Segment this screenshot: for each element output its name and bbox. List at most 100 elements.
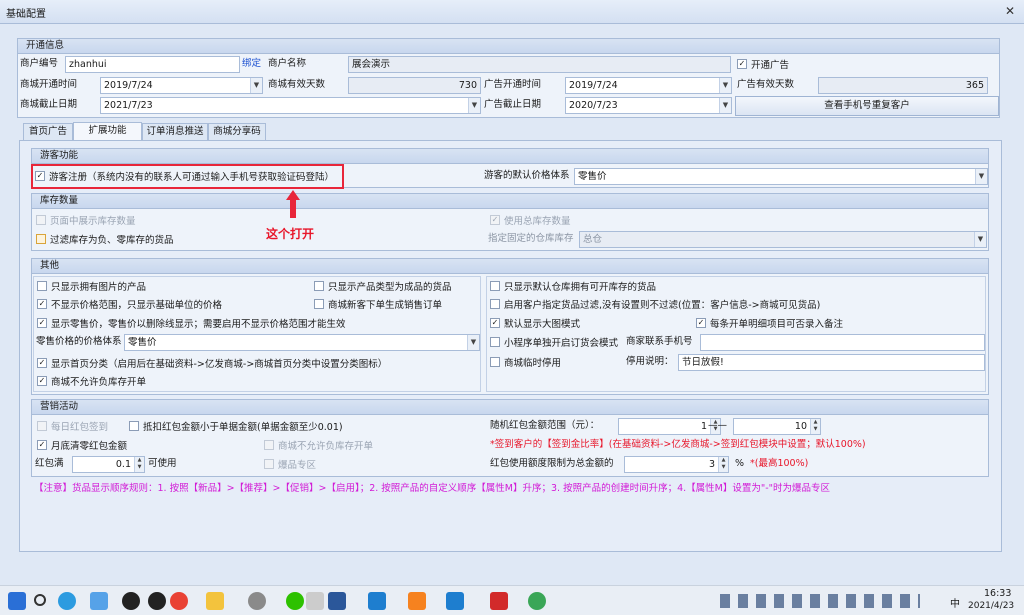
filter-stock-checkbox[interactable]: 过滤库存为负、零库存的货品: [36, 231, 174, 247]
pause-desc-label: 停用说明：: [626, 356, 674, 367]
mkt-no-negative-label: 商城不允许负库存开单: [278, 441, 374, 452]
mini-program-checkbox[interactable]: 小程序单独开启订货会模式: [490, 334, 618, 350]
chrome-icon[interactable]: [170, 592, 188, 610]
merchant-no-input[interactable]: zhanhui: [65, 56, 240, 73]
mall-pause-label: 商城临时停用: [504, 358, 562, 369]
show-stock-checkbox[interactable]: 页面中展示库存数量: [36, 212, 136, 228]
tab-share-code[interactable]: 商城分享码: [208, 123, 266, 140]
hot-zone-checkbox[interactable]: 爆品专区: [264, 456, 316, 472]
mall-end-date-picker[interactable]: 2021/7/23 ▼: [100, 97, 481, 114]
window-title: 基础配置: [6, 9, 46, 20]
retail-price-select[interactable]: 零售价 ▼: [124, 334, 480, 351]
chevron-down-icon[interactable]: ▼: [719, 98, 731, 113]
bind-link[interactable]: 绑定: [242, 56, 261, 72]
pause-desc-input[interactable]: 节日放假!: [678, 354, 985, 371]
close-icon[interactable]: ✕: [1002, 3, 1018, 19]
use-total-stock-checkbox[interactable]: ✓ 使用总库存数量: [490, 212, 571, 228]
guest-register-checkbox[interactable]: ✓ 游客注册（系统内没有的联系人可通过输入手机号获取验证码登陆）: [35, 168, 334, 184]
stepper-icon[interactable]: ▲ ▼: [810, 419, 820, 434]
chevron-down-icon[interactable]: ▼: [975, 169, 987, 184]
chevron-down-icon[interactable]: ▼: [250, 78, 262, 93]
folder-icon[interactable]: [206, 592, 224, 610]
usage-limit-value: 3: [708, 459, 715, 470]
mall-open-time-value: 2019/7/24: [104, 80, 153, 91]
app-icon-search[interactable]: [528, 592, 546, 610]
ad-valid-days-label: 广告有效天数: [737, 79, 795, 90]
show-stock-check-icon: [36, 215, 46, 225]
show-retail-label: 显示零售价，零售价以删除线显示；需要启用不显示价格范围才能生效: [51, 319, 346, 330]
merchant-name-field: 展会演示: [348, 56, 731, 73]
tab-extensions[interactable]: 扩展功能: [73, 122, 142, 140]
show-retail-checkbox[interactable]: ✓ 显示零售价，零售价以删除线显示；需要启用不显示价格范围才能生效: [37, 315, 346, 331]
qq-icon[interactable]: [148, 592, 166, 610]
app-icon-sheep[interactable]: [306, 592, 324, 610]
app-icon-bird[interactable]: [446, 592, 464, 610]
chevron-down-icon[interactable]: ▼: [468, 98, 480, 113]
app-icon-orange[interactable]: [408, 592, 426, 610]
mall-valid-days-field: 730: [348, 77, 481, 94]
ime-indicator[interactable]: 中: [950, 595, 960, 610]
big-image-check-icon: ✓: [490, 318, 500, 328]
usage-limit-input[interactable]: 3 ▲ ▼: [624, 456, 729, 473]
chevron-down-icon[interactable]: ▼: [719, 78, 731, 93]
range-dash: ——: [708, 420, 727, 431]
stepper-icon[interactable]: ▲ ▼: [134, 457, 144, 472]
other-title: 其他: [32, 259, 988, 274]
fixed-warehouse-select[interactable]: 总仓 ▼: [579, 231, 987, 248]
stepper-icon[interactable]: ▲ ▼: [718, 457, 728, 472]
open-ad-check-icon: ✓: [737, 59, 747, 69]
new-customer-order-checkbox[interactable]: 商城新客下单生成销售订单: [314, 296, 442, 312]
range-max-input[interactable]: 10 ▲ ▼: [733, 418, 821, 435]
month-end-check-icon: ✓: [37, 440, 47, 450]
customer-filter-checkbox[interactable]: 启用客户指定货品过滤,没有设置则不过滤(位置：客户信息->商城可见货品): [490, 296, 820, 312]
open-ad-label: 开通广告: [751, 60, 790, 71]
show-category-checkbox[interactable]: ✓ 显示首页分类（启用后在基础资料->亿发商城->商城首页分类中设置分类图标）: [37, 355, 387, 371]
clock-time[interactable]: 16:33: [984, 588, 1011, 599]
order-detail-note-checkbox[interactable]: ✓ 每条开单明细项目可否录入备注: [696, 315, 843, 331]
big-image-checkbox[interactable]: ✓ 默认显示大图模式: [490, 315, 580, 331]
chevron-down-icon[interactable]: ▼: [467, 335, 479, 350]
open-ad-checkbox[interactable]: ✓ 开通广告: [737, 56, 789, 72]
ad-open-time-picker[interactable]: 2019/7/24 ▼: [565, 77, 732, 94]
edge-icon[interactable]: [58, 592, 76, 610]
month-end-checkbox[interactable]: ✓ 月底清零红包金额: [37, 437, 127, 453]
app-icon-globe[interactable]: [248, 592, 266, 610]
mall-valid-days-label: 商城有效天数: [268, 79, 326, 90]
mall-pause-checkbox[interactable]: 商城临时停用: [490, 354, 561, 370]
clock-date[interactable]: 2021/4/23: [968, 601, 1014, 611]
only-with-image-checkbox[interactable]: 只显示拥有图片的产品: [37, 278, 146, 294]
deduct-red-checkbox[interactable]: 抵扣红包金额小于单据金额(单据金额至少0.01): [129, 418, 343, 434]
chevron-down-icon[interactable]: ▼: [974, 232, 986, 247]
reset-customer-button[interactable]: 查看手机号重复客户: [735, 96, 999, 116]
mall-open-time-picker[interactable]: 2019/7/24 ▼: [100, 77, 263, 94]
no-price-range-checkbox[interactable]: ✓ 不显示价格范围，只显示基础单位的价格: [37, 296, 222, 312]
app-icon-red[interactable]: [490, 592, 508, 610]
red-full-input[interactable]: 0.1 ▲ ▼: [72, 456, 145, 473]
merchant-phone-input[interactable]: [700, 334, 985, 351]
qq-icon[interactable]: [122, 592, 140, 610]
big-image-label: 默认显示大图模式: [504, 319, 581, 330]
wechat-icon[interactable]: [286, 592, 304, 610]
windows-start-icon[interactable]: [8, 592, 26, 610]
app-icon-bird[interactable]: [368, 592, 386, 610]
tab-order-push[interactable]: 订单消息推送: [142, 123, 208, 140]
no-negative-stock-checkbox[interactable]: ✓ 商城不允许负库存开单: [37, 373, 146, 389]
order-detail-note-label: 每条开单明细项目可否录入备注: [710, 319, 844, 330]
daily-red-checkbox[interactable]: 每日红包签到: [37, 418, 108, 434]
default-warehouse-checkbox[interactable]: 只显示默认仓库拥有可开库存的货品: [490, 278, 656, 294]
merchant-phone-label: 商家联系手机号: [626, 336, 693, 347]
only-finished-checkbox[interactable]: 只显示产品类型为成品的货品: [314, 278, 452, 294]
sign-note: *签到客户的【签到金比率】(在基础资料->亿发商城->签到红包模块中设置；默认1…: [490, 439, 866, 450]
open-info-title: 开通信息: [18, 39, 999, 54]
tray-icons[interactable]: [720, 594, 920, 608]
guest-register-check-icon: ✓: [35, 171, 45, 181]
word-icon[interactable]: [328, 592, 346, 610]
mkt-no-negative-checkbox[interactable]: 商城不允许负库存开单: [264, 437, 373, 453]
range-min-input[interactable]: 1 ▲ ▼: [618, 418, 721, 435]
mall-open-time-label: 商城开通时间: [20, 79, 78, 90]
search-icon[interactable]: [34, 594, 46, 606]
app-icon-butterfly[interactable]: [90, 592, 108, 610]
tab-home-ad[interactable]: 首页广告: [23, 123, 73, 140]
guest-price-select[interactable]: 零售价 ▼: [574, 168, 988, 185]
ad-end-date-picker[interactable]: 2020/7/23 ▼: [565, 97, 732, 114]
